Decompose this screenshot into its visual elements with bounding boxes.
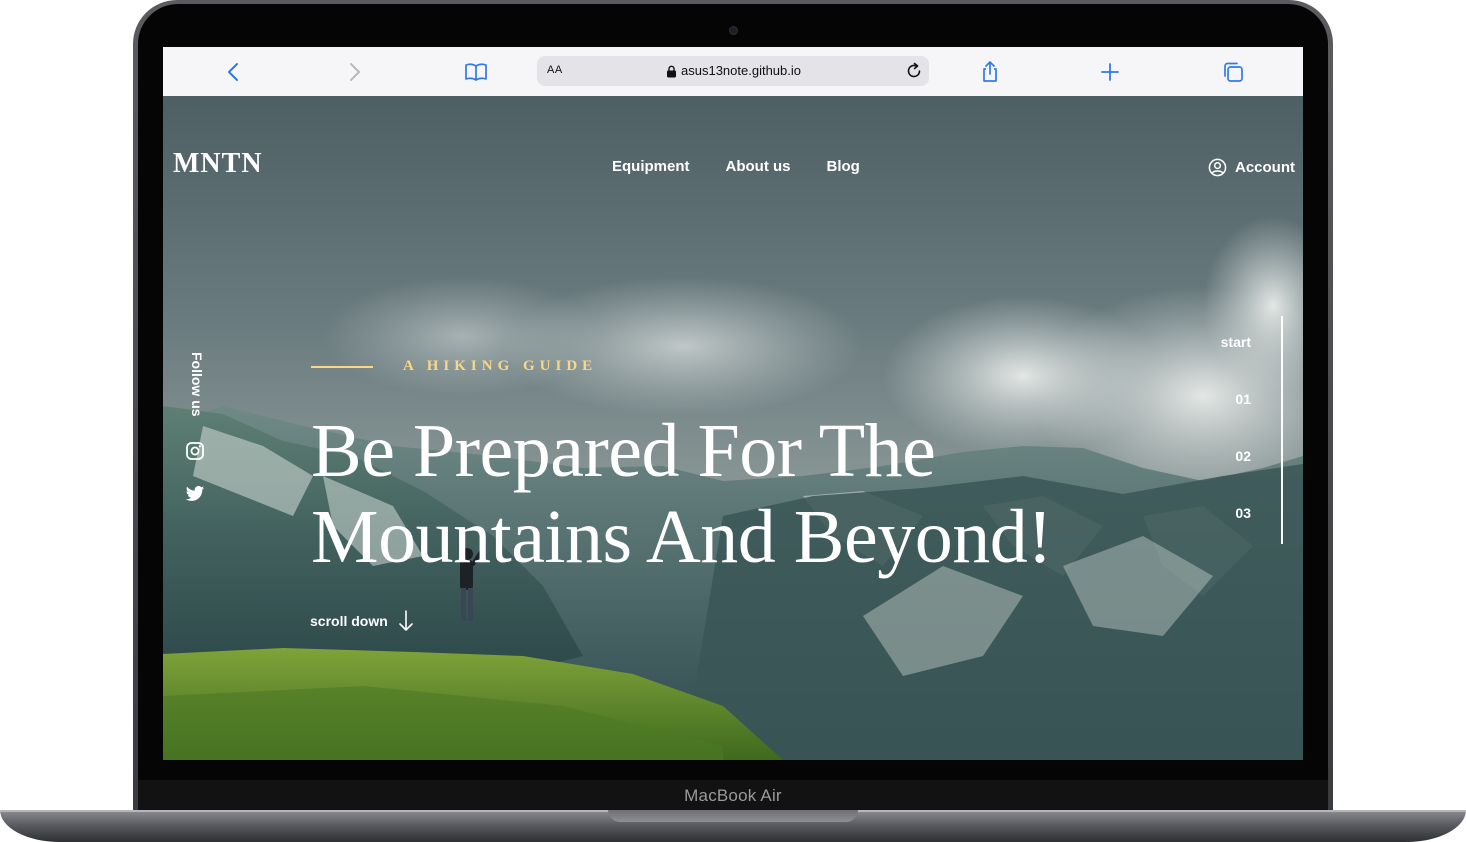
nav-item-about-us[interactable]: About us <box>726 158 791 175</box>
forward-icon[interactable] <box>342 60 366 84</box>
account-label: Account <box>1235 159 1295 176</box>
site-logo[interactable]: MNTN <box>173 148 263 180</box>
slide-item-02[interactable]: 02 <box>1235 448 1251 464</box>
tabs-icon[interactable] <box>1221 60 1245 84</box>
camera-icon <box>729 26 738 35</box>
arrow-down-icon <box>398 610 413 631</box>
eyebrow-text: A HIKING GUIDE <box>403 358 598 374</box>
back-icon[interactable] <box>222 60 246 84</box>
main-nav: Equipment About us Blog <box>612 158 860 175</box>
model-label: MacBook Air <box>684 786 782 805</box>
slide-navigation: start 01 02 03 <box>1203 316 1283 556</box>
share-icon[interactable] <box>978 60 1002 84</box>
slide-progress <box>1281 316 1283 544</box>
scroll-down-link[interactable]: scroll down <box>310 610 414 632</box>
url-text: asus13note.github.io <box>681 63 801 78</box>
laptop-notch <box>608 810 858 822</box>
hero-headline: Be Prepared For The Mountains And Beyond… <box>311 409 1053 579</box>
screen: AA asus13note.github.io MNTN Equipment A… <box>163 47 1303 760</box>
browser-toolbar: AA asus13note.github.io <box>163 47 1303 97</box>
scroll-down-label: scroll down <box>310 613 388 629</box>
user-circle-icon <box>1208 158 1227 177</box>
slide-item-start[interactable]: start <box>1221 334 1251 350</box>
follow-us-label: Follow us <box>189 352 205 417</box>
reader-button[interactable]: AA <box>547 64 563 76</box>
account-link[interactable]: Account <box>1208 158 1295 177</box>
new-tab-icon[interactable] <box>1098 60 1122 84</box>
twitter-icon[interactable] <box>185 484 205 504</box>
nav-item-equipment[interactable]: Equipment <box>612 158 690 175</box>
reload-icon[interactable] <box>905 62 923 80</box>
instagram-icon[interactable] <box>185 441 205 461</box>
slide-item-01[interactable]: 01 <box>1235 391 1251 407</box>
hero-section: MNTN Equipment About us Blog Account Fol… <box>163 96 1303 760</box>
eyebrow-divider <box>311 366 373 368</box>
slide-item-03[interactable]: 03 <box>1235 505 1251 521</box>
nav-item-blog[interactable]: Blog <box>827 158 860 175</box>
bookmarks-icon[interactable] <box>464 60 488 84</box>
lock-icon <box>667 65 676 78</box>
address-bar[interactable]: AA asus13note.github.io <box>537 56 929 86</box>
